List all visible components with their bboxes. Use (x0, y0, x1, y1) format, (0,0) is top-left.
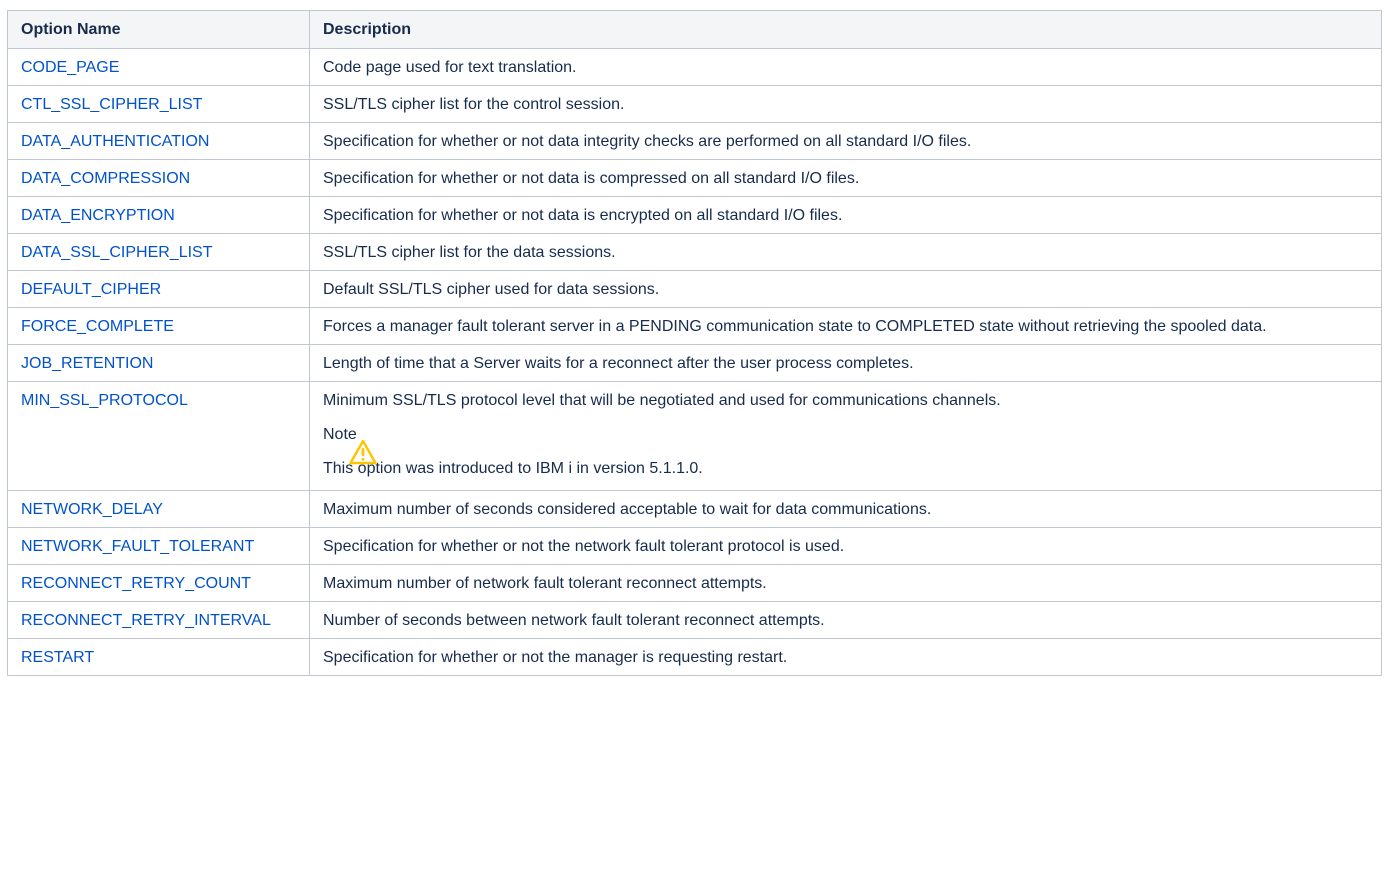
option-link[interactable]: DATA_AUTHENTICATION (21, 133, 209, 150)
option-description: Forces a manager fault tolerant server i… (309, 307, 1382, 345)
option-description: Number of seconds between network fault … (309, 601, 1382, 639)
option-name-cell: RECONNECT_RETRY_INTERVAL (7, 601, 310, 639)
option-description: Specification for whether or not data in… (309, 122, 1382, 160)
option-link[interactable]: CTL_SSL_CIPHER_LIST (21, 96, 202, 113)
option-name-cell: DATA_SSL_CIPHER_LIST (7, 233, 310, 271)
option-name-cell: DEFAULT_CIPHER (7, 270, 310, 308)
option-description: Specification for whether or not the man… (309, 638, 1382, 676)
option-name-cell: CODE_PAGE (7, 48, 310, 86)
option-link[interactable]: CODE_PAGE (21, 59, 119, 76)
option-name-cell: MIN_SSL_PROTOCOL (7, 381, 310, 491)
option-name-cell: RECONNECT_RETRY_COUNT (7, 564, 310, 602)
table-row: DATA_AUTHENTICATION Specification for wh… (7, 122, 1382, 160)
option-description: Specification for whether or not data is… (309, 196, 1382, 234)
column-header-option-name: Option Name (7, 10, 310, 49)
table-row: DATA_SSL_CIPHER_LIST SSL/TLS cipher list… (7, 233, 1382, 271)
option-link[interactable]: NETWORK_DELAY (21, 501, 163, 518)
option-description: SSL/TLS cipher list for the control sess… (309, 85, 1382, 123)
option-description: Specification for whether or not data is… (309, 159, 1382, 197)
table-row: MIN_SSL_PROTOCOL Minimum SSL/TLS protoco… (7, 381, 1382, 491)
option-name-cell: FORCE_COMPLETE (7, 307, 310, 345)
option-link[interactable]: DEFAULT_CIPHER (21, 281, 161, 298)
table-row: DATA_ENCRYPTION Specification for whethe… (7, 196, 1382, 234)
option-name-cell: DATA_ENCRYPTION (7, 196, 310, 234)
option-name-cell: CTL_SSL_CIPHER_LIST (7, 85, 310, 123)
table-row: CTL_SSL_CIPHER_LIST SSL/TLS cipher list … (7, 85, 1382, 123)
table-row: NETWORK_FAULT_TOLERANT Specification for… (7, 527, 1382, 565)
option-description: SSL/TLS cipher list for the data session… (309, 233, 1382, 271)
note-panel: Note This option was introduced to IBM i… (323, 425, 1371, 479)
option-name-cell: NETWORK_DELAY (7, 490, 310, 528)
option-link[interactable]: NETWORK_FAULT_TOLERANT (21, 538, 254, 555)
option-description: Default SSL/TLS cipher used for data ses… (309, 270, 1382, 308)
option-link[interactable]: DATA_COMPRESSION (21, 170, 190, 187)
warning-icon (349, 439, 377, 465)
table-row: JOB_RETENTION Length of time that a Serv… (7, 344, 1382, 382)
note-label: Note (323, 426, 357, 443)
option-description: Length of time that a Server waits for a… (309, 344, 1382, 382)
option-name-cell: DATA_COMPRESSION (7, 159, 310, 197)
option-name-cell: JOB_RETENTION (7, 344, 310, 382)
option-description: Minimum SSL/TLS protocol level that will… (323, 392, 1001, 409)
table-row: FORCE_COMPLETE Forces a manager fault to… (7, 307, 1382, 345)
option-link[interactable]: RECONNECT_RETRY_COUNT (21, 575, 251, 592)
option-name-cell: NETWORK_FAULT_TOLERANT (7, 527, 310, 565)
table-row: DATA_COMPRESSION Specification for wheth… (7, 159, 1382, 197)
table-row: RECONNECT_RETRY_COUNT Maximum number of … (7, 564, 1382, 602)
table-header-row: Option Name Description (7, 10, 1382, 49)
option-description: Specification for whether or not the net… (309, 527, 1382, 565)
option-description: Code page used for text translation. (309, 48, 1382, 86)
table-row: RECONNECT_RETRY_INTERVAL Number of secon… (7, 601, 1382, 639)
column-header-description: Description (309, 10, 1382, 49)
option-link[interactable]: RECONNECT_RETRY_INTERVAL (21, 612, 271, 629)
option-description: Maximum number of seconds considered acc… (309, 490, 1382, 528)
table-row: CODE_PAGE Code page used for text transl… (7, 48, 1382, 86)
table-row: NETWORK_DELAY Maximum number of seconds … (7, 490, 1382, 528)
option-link[interactable]: RESTART (21, 649, 94, 666)
option-name-cell: DATA_AUTHENTICATION (7, 122, 310, 160)
table-row: RESTART Specification for whether or not… (7, 638, 1382, 676)
option-link[interactable]: DATA_ENCRYPTION (21, 207, 175, 224)
option-name-cell: RESTART (7, 638, 310, 676)
option-description: Maximum number of network fault tolerant… (309, 564, 1382, 602)
note-body: This option was introduced to IBM i in v… (323, 460, 703, 477)
option-link[interactable]: JOB_RETENTION (21, 355, 153, 372)
options-table: Option Name Description CODE_PAGE Code p… (7, 10, 1382, 676)
table-row: DEFAULT_CIPHER Default SSL/TLS cipher us… (7, 270, 1382, 308)
option-link[interactable]: DATA_SSL_CIPHER_LIST (21, 244, 212, 261)
option-link[interactable]: MIN_SSL_PROTOCOL (21, 392, 188, 409)
option-link[interactable]: FORCE_COMPLETE (21, 318, 174, 335)
option-description-cell: Minimum SSL/TLS protocol level that will… (309, 381, 1382, 491)
